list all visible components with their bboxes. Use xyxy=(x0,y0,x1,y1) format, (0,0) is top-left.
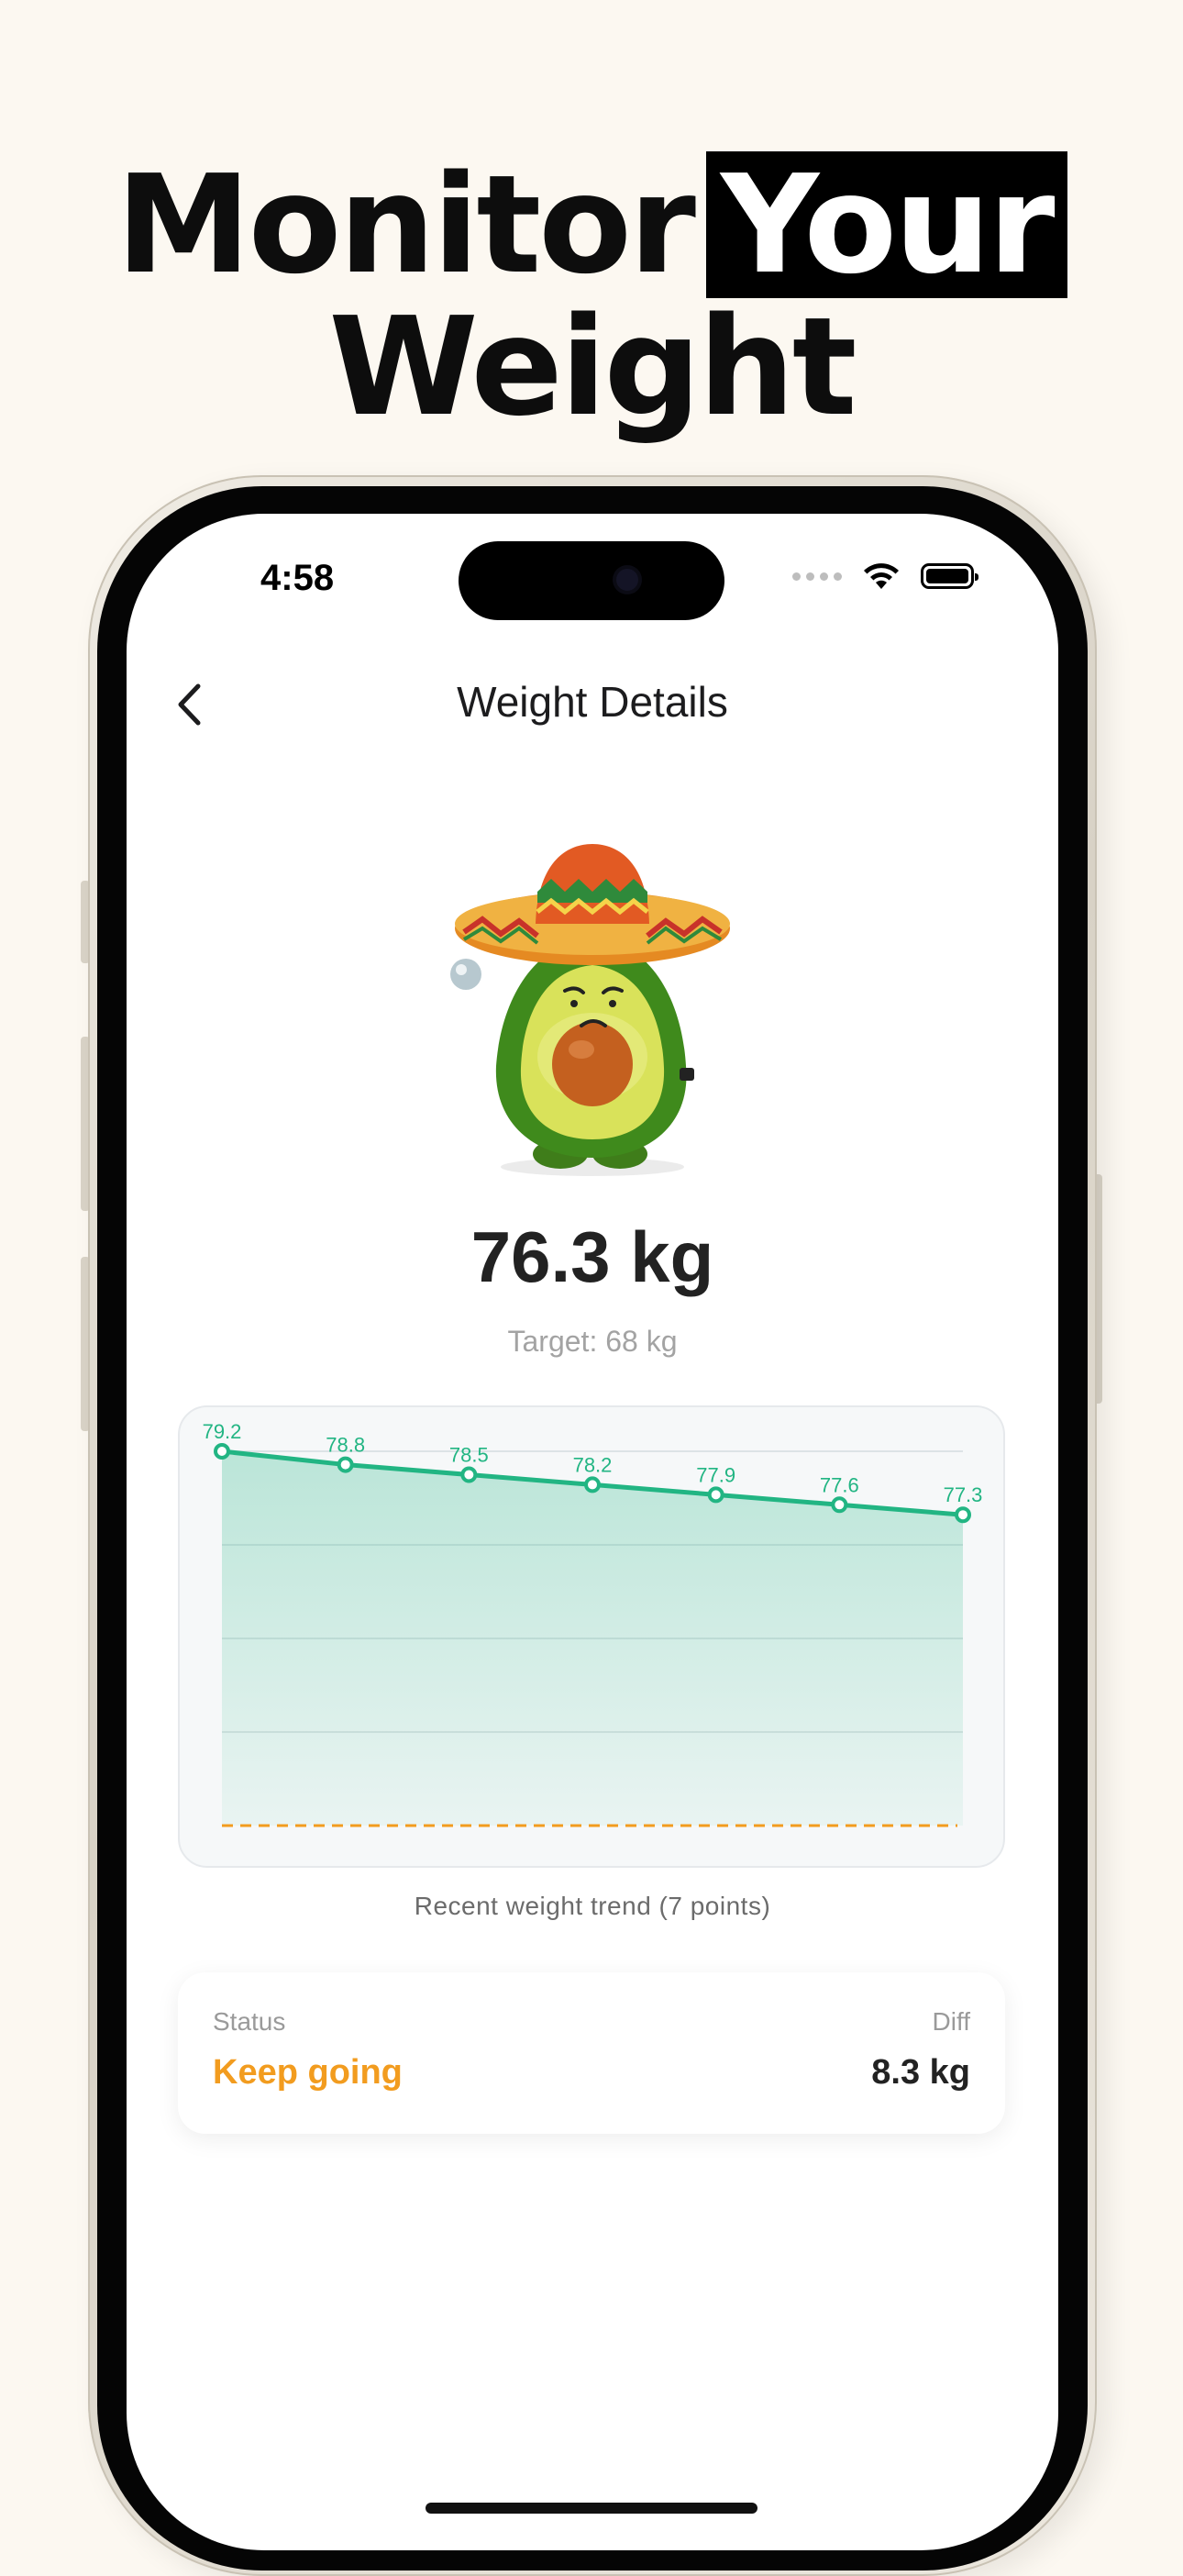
status-label: Status xyxy=(213,2007,286,2036)
cellular-signal-icon xyxy=(792,572,842,581)
diff-value: 8.3 kg xyxy=(871,2053,970,2092)
page-title: Weight Details xyxy=(457,678,728,726)
chart-point xyxy=(337,1456,354,1473)
chart-point xyxy=(460,1466,478,1483)
headline-line-2: Weight xyxy=(328,288,857,446)
headline-line-1: Monitor Your xyxy=(0,151,1183,298)
wifi-icon xyxy=(864,563,899,589)
chart-point xyxy=(831,1496,848,1514)
target-weight: Target: 68 kg xyxy=(507,1325,678,1358)
chart-data-label: 78.8 xyxy=(326,1434,365,1457)
chart-data-label: 78.2 xyxy=(573,1453,613,1476)
chart-data-label: 79.2 xyxy=(203,1420,242,1443)
phone-screen: 4:58 Weight Details 76.3 kg Target: 68 k… xyxy=(127,514,1058,2550)
status-bar-time: 4:58 xyxy=(260,558,335,598)
chart-point xyxy=(707,1486,724,1504)
chart-point xyxy=(214,1443,230,1460)
chart-caption: Recent weight trend (7 points) xyxy=(414,1892,771,1920)
headline-highlight-your: Your xyxy=(705,151,1067,298)
avocado-mascot-image xyxy=(450,844,730,1176)
headline-word-monitor: Monitor xyxy=(116,146,695,304)
dynamic-island xyxy=(459,541,724,620)
battery-icon xyxy=(921,563,978,589)
chart-point xyxy=(955,1506,971,1524)
diff-label: Diff xyxy=(932,2007,971,2036)
chart-data-label: 78.5 xyxy=(449,1444,489,1467)
status-value: Keep going xyxy=(213,2053,403,2092)
status-bar-icons xyxy=(792,561,978,591)
chart-point xyxy=(584,1476,601,1493)
current-weight: 76.3 kg xyxy=(470,1216,714,1297)
front-camera xyxy=(616,569,638,591)
chart-data-label: 77.9 xyxy=(696,1463,735,1486)
home-indicator[interactable] xyxy=(426,2503,757,2514)
chart-data-label: 77.6 xyxy=(820,1473,859,1496)
weight-trend-chart: 79.2 78.8 78.5 78.2 77.9 77.6 77.3 xyxy=(203,1420,983,1827)
weight-chart-card: 79.2 78.8 78.5 78.2 77.9 77.6 77.3 xyxy=(178,1405,1005,1868)
chart-data-label: 77.3 xyxy=(944,1483,983,1506)
status-card: Status Diff Keep going 8.3 kg xyxy=(178,1972,1005,2134)
